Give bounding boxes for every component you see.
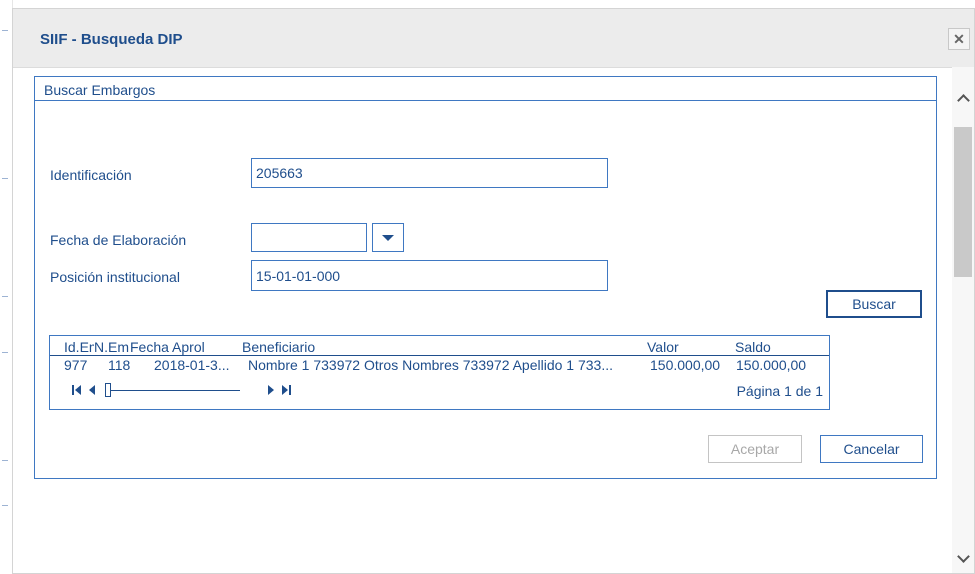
column-header-n-em[interactable]: N.Em — [94, 339, 130, 355]
posicion-institucional-input[interactable] — [251, 260, 608, 291]
chevron-down-icon — [382, 235, 394, 241]
posicion-institucional-label: Posición institucional — [50, 269, 180, 285]
background-tick — [2, 505, 8, 506]
column-header-valor[interactable]: Valor — [647, 339, 727, 355]
page-info: Página 1 de 1 — [736, 383, 823, 399]
grid-pager: Página 1 de 1 — [50, 379, 829, 401]
background-tick — [2, 352, 8, 353]
background-tick — [2, 460, 8, 461]
buscar-button[interactable]: Buscar — [826, 290, 922, 318]
identificacion-input[interactable] — [251, 158, 608, 188]
cell-beneficiario: Nombre 1 733972 Otros Nombres 733972 Ape… — [248, 357, 614, 373]
buscar-embargos-panel: Buscar Embargos Identificación Fecha de … — [34, 76, 937, 479]
dialog-title: SIIF - Busqueda DIP — [40, 31, 183, 48]
cell-n-em: 118 — [108, 357, 131, 373]
column-header-fecha[interactable]: Fecha Aprol — [130, 339, 242, 355]
fecha-elaboracion-input[interactable] — [251, 223, 367, 252]
grid-header: Id.Em N.Em Fecha Aprol Beneficiario Valo… — [50, 338, 829, 356]
page-slider-track[interactable] — [108, 390, 240, 391]
search-dialog: SIIF - Busqueda DIP ✕ Buscar Embargos Id… — [12, 8, 975, 574]
close-button[interactable]: ✕ — [948, 28, 970, 50]
cell-saldo: 150.000,00 — [736, 357, 807, 373]
cancelar-button[interactable]: Cancelar — [820, 435, 923, 463]
scroll-up-button[interactable] — [956, 91, 970, 107]
background-tick — [2, 30, 8, 31]
previous-page-icon[interactable] — [89, 385, 95, 395]
background-tick — [2, 178, 8, 179]
cell-valor: 150.000,00 — [650, 357, 721, 373]
next-page-icon[interactable] — [268, 385, 274, 395]
panel-header: Buscar Embargos — [35, 77, 936, 101]
cell-id-em: 977 — [64, 357, 88, 373]
dialog-titlebar[interactable]: SIIF - Busqueda DIP ✕ — [13, 9, 974, 68]
close-icon: ✕ — [953, 31, 965, 47]
column-header-beneficiario[interactable]: Beneficiario — [242, 339, 642, 355]
scrollbar-thumb[interactable] — [954, 127, 972, 277]
fecha-elaboracion-label: Fecha de Elaboración — [50, 232, 187, 248]
column-header-saldo[interactable]: Saldo — [735, 339, 815, 355]
background-tick — [2, 296, 8, 297]
chevron-down-icon — [957, 550, 970, 563]
identificacion-label: Identificación — [50, 167, 132, 183]
panel-title: Buscar Embargos — [44, 82, 156, 98]
aceptar-button[interactable]: Aceptar — [708, 435, 802, 463]
column-header-id-em[interactable]: Id.Em — [64, 339, 94, 355]
vertical-scrollbar[interactable] — [952, 67, 974, 573]
cell-fecha: 2018-01-3... — [154, 357, 230, 373]
table-row[interactable]: 977 118 2018-01-3... Nombre 1 733972 Otr… — [50, 356, 829, 373]
page-slider-thumb[interactable] — [105, 383, 111, 397]
fecha-dropdown-button[interactable] — [372, 223, 404, 252]
chevron-up-icon — [957, 94, 970, 107]
scroll-down-button[interactable] — [956, 550, 970, 565]
results-grid: Id.Em N.Em Fecha Aprol Beneficiario Valo… — [49, 335, 830, 410]
